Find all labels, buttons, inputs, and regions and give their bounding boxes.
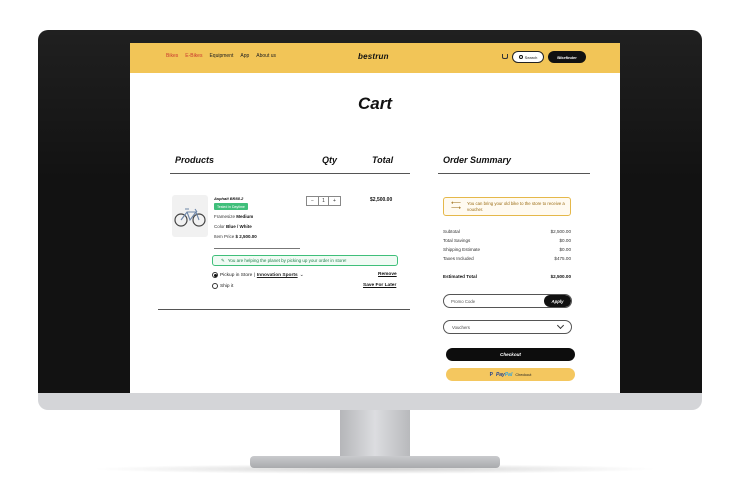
qty-decrease-button[interactable]: − bbox=[307, 197, 318, 205]
product-name[interactable]: Asphalt BR88.2 bbox=[214, 196, 243, 201]
taxes-row: Taxes Included $475.00 bbox=[443, 256, 571, 261]
product-tag: Tested in Daytime bbox=[214, 203, 248, 210]
framesize-label: Framesize bbox=[214, 214, 236, 219]
screen: Bikes E-Bikes Equipment App About us bes… bbox=[130, 43, 620, 393]
remove-link[interactable]: Remove bbox=[378, 272, 397, 277]
color-label: Color bbox=[214, 224, 225, 229]
total-heading: Total bbox=[372, 155, 394, 165]
bikefinder-button[interactable]: Bikefinder bbox=[548, 51, 586, 63]
estimated-total-value: $2,500.00 bbox=[550, 274, 571, 279]
taxes-value: $475.00 bbox=[554, 256, 571, 261]
savings-row: Total Savings $0.00 bbox=[443, 238, 571, 243]
summary-divider bbox=[438, 173, 590, 174]
promo-code-field: Promo Code Apply bbox=[443, 294, 572, 308]
shipping-label: Shipping Estimate bbox=[443, 247, 481, 252]
nav-equipment[interactable]: Equipment bbox=[209, 53, 233, 59]
chevron-down-icon bbox=[556, 321, 565, 330]
trade-in-notice: ⟵ ⟶ You can bring your old bike to the st… bbox=[443, 197, 571, 216]
monitor-stand-base bbox=[250, 456, 500, 468]
top-navigation-bar: Bikes E-Bikes Equipment App About us bes… bbox=[130, 43, 620, 73]
paypal-logo: PayPal bbox=[496, 372, 512, 378]
color-line: Color Blue / White bbox=[214, 224, 252, 229]
pickup-label: Pickup in Store | bbox=[220, 272, 255, 278]
framesize-line: Framesize Medium bbox=[214, 214, 253, 219]
pickup-store-link[interactable]: Innovation Sports bbox=[257, 273, 298, 278]
shipping-value: $0.00 bbox=[559, 247, 572, 252]
page-title: Cart bbox=[357, 94, 392, 113]
eco-pickup-text: You are helping the planet by picking up… bbox=[227, 258, 347, 263]
item-price-line: Item Price $ 2,500.00 bbox=[214, 234, 257, 239]
pickup-option[interactable]: Pickup in Store | Innovation Sports ⌄ bbox=[212, 272, 304, 278]
cart-icon[interactable] bbox=[502, 54, 508, 59]
promo-code-input[interactable]: Promo Code bbox=[444, 295, 544, 307]
trade-in-text: You can bring your old bike to the store… bbox=[467, 200, 565, 212]
products-heading: Products bbox=[175, 155, 215, 165]
paypal-checkout-button[interactable]: P PayPal Checkout bbox=[446, 368, 575, 381]
paypal-p-icon: P bbox=[489, 371, 493, 378]
nav-about-us[interactable]: About us bbox=[256, 53, 276, 59]
taxes-label: Taxes Included bbox=[443, 256, 474, 261]
bicycle-icon bbox=[174, 208, 206, 227]
savings-value: $0.00 bbox=[559, 238, 572, 243]
monitor-stand-neck bbox=[340, 410, 410, 458]
qty-heading: Qty bbox=[322, 155, 338, 165]
savings-label: Total Savings bbox=[443, 238, 471, 243]
line-total: $2,500.00 bbox=[370, 197, 393, 203]
leaf-icon: ✎ bbox=[221, 257, 225, 263]
apply-button[interactable]: Apply bbox=[544, 295, 571, 307]
checkout-button[interactable]: Checkout bbox=[446, 348, 575, 361]
subtotal-row: Subtotal $2,500.00 bbox=[443, 229, 571, 234]
main-nav: Bikes E-Bikes Equipment App About us bbox=[166, 53, 276, 59]
ship-label: Ship it bbox=[220, 283, 234, 289]
search-button[interactable]: Search bbox=[512, 51, 544, 63]
quantity-stepper: − 1 + bbox=[306, 196, 341, 206]
qty-increase-button[interactable]: + bbox=[329, 197, 340, 205]
search-icon bbox=[518, 55, 523, 59]
item-price-value: $ 2,500.00 bbox=[235, 234, 257, 239]
nav-ebikes[interactable]: E-Bikes bbox=[185, 53, 202, 59]
pickup-radio[interactable] bbox=[212, 272, 218, 278]
swap-arrows-icon: ⟵ ⟶ bbox=[451, 200, 462, 212]
eco-pickup-banner: ✎ You are helping the planet by picking … bbox=[212, 255, 398, 266]
shipping-row: Shipping Estimate $0.00 bbox=[443, 247, 571, 252]
subtotal-value: $2,500.00 bbox=[550, 229, 571, 234]
nav-bikes[interactable]: Bikes bbox=[166, 53, 178, 59]
ship-option[interactable]: Ship it bbox=[212, 283, 233, 289]
order-summary-heading: Order Summary bbox=[443, 155, 512, 165]
paypal-logo-pal: Pal bbox=[504, 371, 513, 378]
color-value: Blue / White bbox=[226, 224, 252, 229]
estimated-total-row: Estimated Total $2,500.00 bbox=[443, 274, 571, 279]
item-price-label: Item Price bbox=[214, 234, 235, 239]
chevron-down-icon[interactable]: ⌄ bbox=[300, 273, 304, 278]
save-for-later-link[interactable]: Save For Later bbox=[363, 283, 396, 288]
paypal-logo-pay: Pay bbox=[495, 371, 505, 378]
item-divider bbox=[214, 248, 300, 249]
brand-logo[interactable]: bestrun bbox=[358, 52, 389, 61]
framesize-value: Medium bbox=[236, 214, 254, 219]
paypal-checkout-label: Checkout bbox=[515, 372, 532, 377]
qty-value[interactable]: 1 bbox=[318, 197, 329, 205]
vouchers-dropdown[interactable]: Vouchers bbox=[443, 320, 572, 334]
products-bottom-divider bbox=[158, 309, 410, 310]
search-label: Search bbox=[524, 54, 538, 60]
nav-app[interactable]: App bbox=[240, 53, 249, 59]
product-image[interactable] bbox=[172, 195, 208, 237]
vouchers-label: Vouchers bbox=[452, 324, 470, 330]
monitor-scene: Bikes E-Bikes Equipment App About us bes… bbox=[0, 0, 752, 494]
products-divider bbox=[170, 173, 410, 174]
ship-radio[interactable] bbox=[212, 283, 218, 289]
estimated-total-label: Estimated Total bbox=[443, 274, 477, 279]
subtotal-label: Subtotal bbox=[443, 229, 460, 234]
